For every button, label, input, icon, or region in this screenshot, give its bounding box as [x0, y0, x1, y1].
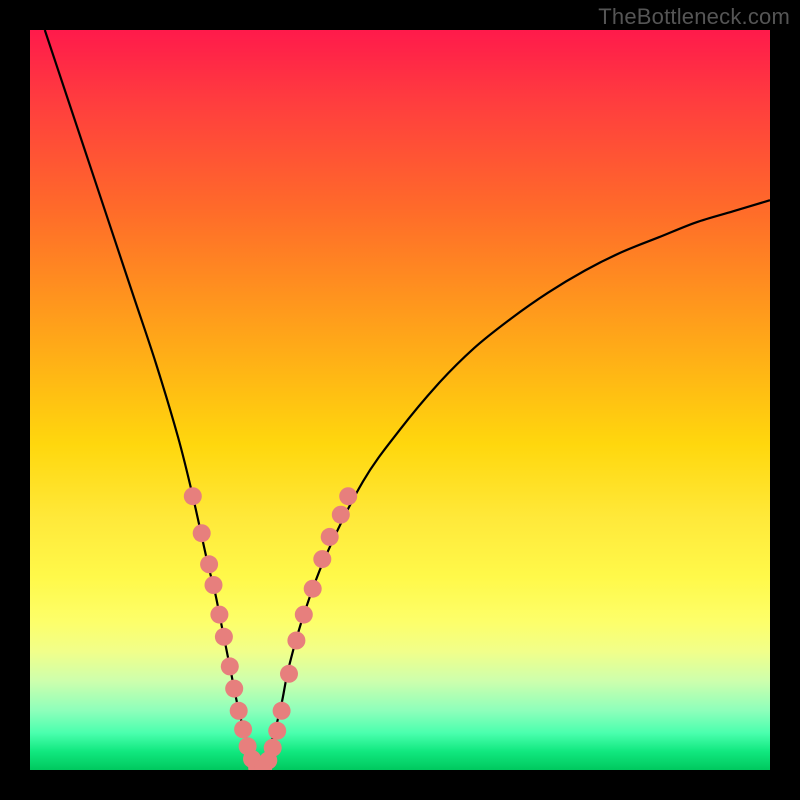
- marker-dot: [200, 555, 218, 573]
- marker-dot: [264, 739, 282, 757]
- marker-dot: [193, 524, 211, 542]
- marker-dot: [230, 702, 248, 720]
- marker-dot: [221, 657, 239, 675]
- marker-dot: [339, 487, 357, 505]
- marker-dot: [332, 506, 350, 524]
- marker-dot: [304, 580, 322, 598]
- marker-dot: [273, 702, 291, 720]
- marker-dot: [321, 528, 339, 546]
- marker-dot: [234, 720, 252, 738]
- marker-dot: [184, 487, 202, 505]
- marker-dot: [295, 606, 313, 624]
- marker-dot: [225, 680, 243, 698]
- marker-dot: [268, 722, 286, 740]
- watermark-label: TheBottleneck.com: [598, 4, 790, 30]
- chart-frame: TheBottleneck.com: [0, 0, 800, 800]
- marker-dot: [215, 628, 233, 646]
- chart-svg: [30, 30, 770, 770]
- bottleneck-curve: [45, 30, 770, 770]
- plot-area: [30, 30, 770, 770]
- marker-dot: [287, 632, 305, 650]
- marker-dots: [184, 487, 357, 770]
- marker-dot: [205, 576, 223, 594]
- marker-dot: [313, 550, 331, 568]
- marker-dot: [210, 606, 228, 624]
- marker-dot: [280, 665, 298, 683]
